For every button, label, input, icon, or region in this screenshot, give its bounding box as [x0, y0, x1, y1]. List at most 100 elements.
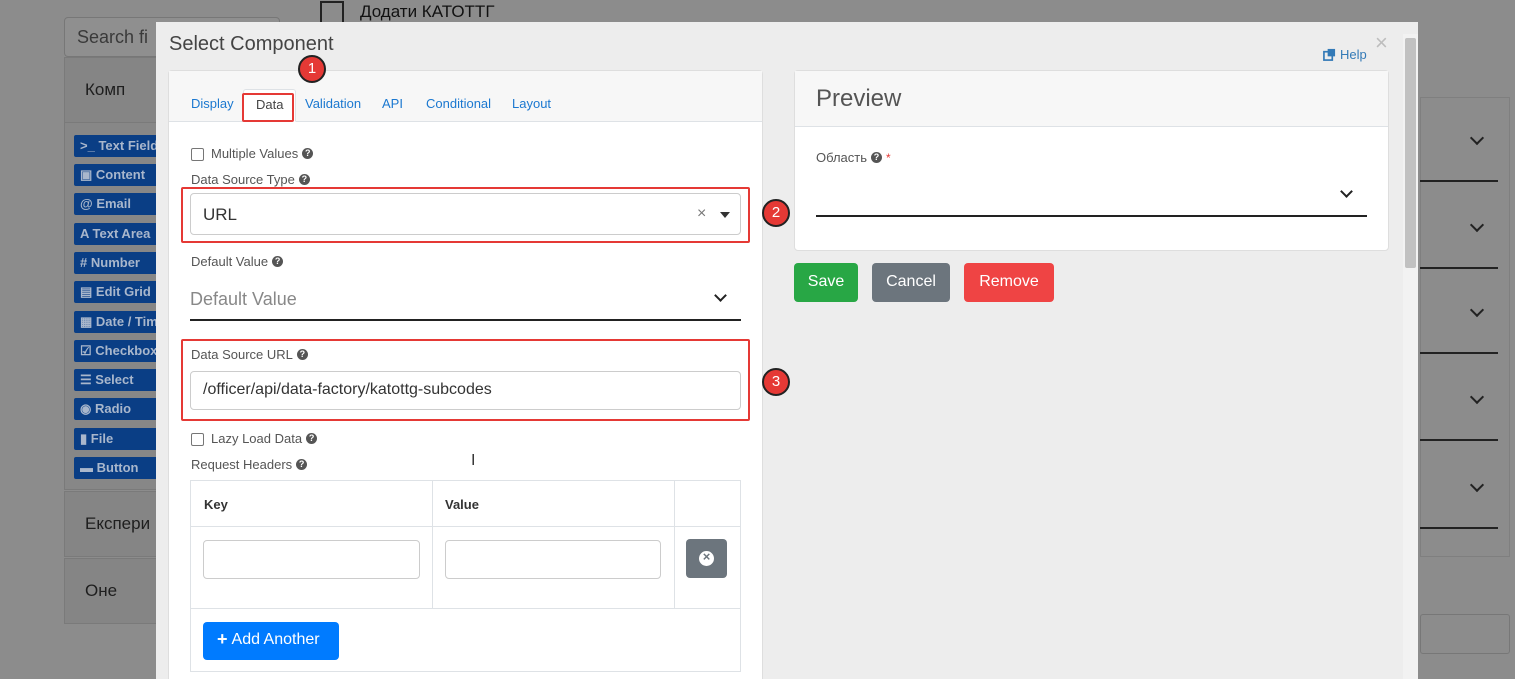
component-content[interactable]: ▣ Content: [74, 164, 160, 186]
tab-api[interactable]: API: [382, 89, 403, 122]
component-label: Button: [96, 460, 139, 475]
component-label: Number: [90, 255, 140, 270]
chevron-down-icon: [1469, 389, 1485, 405]
plus-icon: +: [217, 629, 228, 649]
header-key-input[interactable]: [203, 540, 420, 579]
question-icon[interactable]: ?: [302, 148, 314, 159]
default-value-text: Default Value: [191, 254, 269, 269]
component-icon: ▮: [80, 431, 88, 446]
clear-icon[interactable]: ×: [697, 205, 706, 223]
caret-down-icon[interactable]: [720, 212, 730, 218]
component-date-time[interactable]: ▦ Date / Time: [74, 311, 160, 333]
component-label: Email: [96, 196, 131, 211]
component-checkbox[interactable]: ☑ Checkbox: [74, 340, 160, 362]
preview-title: Preview: [795, 71, 1388, 127]
remove-circle-icon: [699, 549, 714, 566]
remove-button[interactable]: Remove: [964, 263, 1054, 302]
question-icon[interactable]: ?: [272, 256, 284, 267]
request-headers-text: Request Headers: [191, 457, 293, 472]
question-icon[interactable]: ?: [306, 433, 318, 444]
form-canvas-dropdown[interactable]: [1420, 443, 1498, 529]
component-icon: #: [80, 255, 88, 270]
component-select[interactable]: ☰ Select: [74, 369, 160, 391]
form-canvas-dropdown[interactable]: [1420, 96, 1498, 182]
required-mark: *: [886, 150, 891, 165]
component-email[interactable]: @ Email: [74, 193, 160, 215]
modal-title: Select Component: [169, 33, 334, 55]
step-badge-2: 2: [762, 199, 790, 227]
default-value-dropdown[interactable]: Default Value: [190, 277, 741, 321]
multiple-values-text: Multiple Values: [211, 146, 299, 161]
modal-scrollbar-thumb[interactable]: [1405, 38, 1416, 268]
form-canvas-dropdown[interactable]: [1420, 183, 1498, 269]
column-header-value: Value: [445, 497, 479, 512]
form-canvas-dropdown[interactable]: [1420, 355, 1498, 441]
tab-display[interactable]: Display: [191, 89, 234, 122]
component-number[interactable]: # Number: [74, 252, 160, 274]
help-link[interactable]: Help: [1323, 47, 1367, 62]
remove-row-button[interactable]: [686, 539, 727, 578]
component-text-field[interactable]: >_ Text Field: [74, 135, 160, 157]
chevron-down-icon: [1469, 217, 1485, 233]
component-label: Date / Time: [95, 314, 160, 329]
preview-field-text: Область: [816, 150, 868, 165]
component-label: Content: [95, 167, 146, 182]
add-another-label: Add Another: [231, 631, 320, 648]
column-header-key: Key: [204, 497, 228, 512]
tab-data[interactable]: Data: [243, 89, 297, 122]
component-label: Text Area: [92, 226, 151, 241]
data-source-url-input[interactable]: /officer/api/data-factory/katottg-subcod…: [190, 371, 741, 410]
chevron-down-icon: [714, 289, 727, 302]
component-icon: ☰: [80, 372, 92, 387]
chevron-down-icon: [1469, 477, 1485, 493]
question-icon[interactable]: ?: [298, 174, 310, 185]
select-component-modal: Select Component × Help Display Data Val…: [156, 22, 1418, 679]
question-icon[interactable]: ?: [296, 349, 308, 360]
cancel-button[interactable]: Cancel: [872, 263, 950, 302]
text-cursor-icon: I: [471, 452, 476, 469]
request-headers-label: Request Headers ?: [191, 457, 308, 472]
component-label: Edit Grid: [95, 284, 151, 299]
component-icon: ▦: [80, 314, 93, 329]
data-source-url-text: Data Source URL: [191, 347, 293, 362]
add-another-button[interactable]: + Add Another: [203, 622, 339, 660]
header-value-input[interactable]: [445, 540, 661, 579]
tab-validation[interactable]: Validation: [305, 89, 361, 122]
component-icon: @: [80, 196, 93, 211]
table-divider: [191, 608, 740, 609]
component-group-header[interactable]: Оне: [64, 558, 164, 624]
question-icon[interactable]: ?: [871, 152, 883, 163]
component-icon: ▬: [80, 460, 93, 475]
tab-conditional[interactable]: Conditional: [426, 89, 491, 122]
component-icon: A: [80, 226, 89, 241]
component-radio[interactable]: ◉ Radio: [74, 398, 160, 420]
tab-layout[interactable]: Layout: [512, 89, 551, 122]
component-group-header[interactable]: Експери: [64, 491, 164, 557]
step-badge-1: 1: [298, 55, 326, 83]
lazy-load-label: Lazy Load Data ?: [211, 431, 318, 446]
help-label: Help: [1340, 47, 1367, 62]
component-file[interactable]: ▮ File: [74, 428, 160, 450]
form-canvas-dropdown[interactable]: [1420, 268, 1498, 354]
component-text-area[interactable]: A Text Area: [74, 223, 160, 245]
step-badge-3: 3: [762, 368, 790, 396]
component-icon: >_: [80, 138, 95, 153]
close-icon[interactable]: ×: [1375, 30, 1388, 56]
preview-region-dropdown[interactable]: [816, 179, 1367, 217]
data-source-type-label: Data Source Type ?: [191, 172, 310, 187]
lazy-load-checkbox[interactable]: [191, 433, 204, 446]
component-button[interactable]: ▬ Button: [74, 457, 160, 479]
component-group-header[interactable]: Комп: [64, 57, 164, 123]
form-canvas-input[interactable]: [1420, 614, 1510, 654]
chevron-down-icon: [1469, 302, 1485, 318]
multiple-values-checkbox[interactable]: [191, 148, 204, 161]
component-label: Radio: [94, 401, 132, 416]
component-label: Checkbox: [95, 343, 158, 358]
editor-tabs: Display Data Validation API Conditional …: [169, 71, 762, 122]
question-icon[interactable]: ?: [296, 459, 308, 470]
table-divider: [674, 481, 675, 609]
save-button[interactable]: Save: [794, 263, 858, 302]
component-icon: ☑: [80, 343, 92, 358]
component-edit-grid[interactable]: ▤ Edit Grid: [74, 281, 160, 303]
data-source-type-select[interactable]: URL: [190, 193, 741, 235]
